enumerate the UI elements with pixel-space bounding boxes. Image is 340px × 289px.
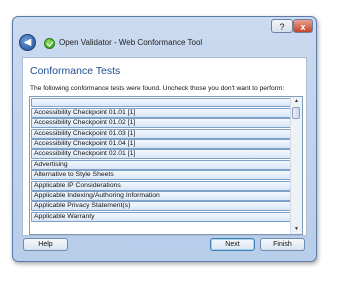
window-title: Open Validator - Web Conformance Tool <box>59 38 203 47</box>
list-item[interactable]: Applicable IP Considerations <box>31 180 291 191</box>
next-button[interactable]: Next <box>210 238 255 251</box>
list-item[interactable]: Accessibility Checkpoint 01.03 [1] <box>31 128 291 139</box>
wizard-window: ? x ◀ Open Validator - Web Conformance T… <box>12 16 317 262</box>
app-checkmark-icon <box>44 38 55 49</box>
tests-list[interactable]: Accessibility Checkpoint 01.01 [1] Acces… <box>29 96 303 235</box>
list-item[interactable]: Accessibility Checkpoint 01.04 [1] <box>31 139 291 149</box>
scroll-up-icon[interactable]: ▲ <box>291 97 302 106</box>
list-item[interactable]: Applicable Indexing/Authoring Informatio… <box>31 191 291 201</box>
list-item[interactable]: Accessibility Checkpoint 01.01 [1] <box>31 107 291 118</box>
list-item[interactable]: Applicable Warranty <box>31 211 291 222</box>
vertical-scrollbar[interactable]: ▲ ▼ <box>290 97 302 234</box>
help-control-button[interactable]: ? <box>271 19 293 33</box>
list-item[interactable] <box>31 97 291 108</box>
list-item[interactable]: Advertising <box>31 159 291 170</box>
instruction-text: The following conformance tests were fou… <box>30 85 285 92</box>
back-arrow-icon[interactable]: ◀ <box>19 34 36 51</box>
content-panel: Conformance Tests The following conforma… <box>22 57 307 236</box>
finish-button[interactable]: Finish <box>260 238 305 251</box>
scrollbar-thumb[interactable] <box>292 107 300 119</box>
tests-list-items: Accessibility Checkpoint 01.01 [1] Acces… <box>30 97 292 222</box>
list-item[interactable]: Accessibility Checkpoint 02.01 [1] <box>31 149 291 160</box>
page-heading: Conformance Tests <box>30 65 121 77</box>
list-item[interactable]: Applicable Privacy Statement(s) <box>31 201 291 212</box>
help-button[interactable]: Help <box>23 238 68 251</box>
list-item[interactable]: Accessibility Checkpoint 01.02 [1] <box>31 118 291 129</box>
list-item[interactable]: Alternative to Style Sheets <box>31 170 291 181</box>
scroll-down-icon[interactable]: ▼ <box>291 225 302 234</box>
close-button[interactable]: x <box>293 19 313 33</box>
title-bar: ? x ◀ Open Validator - Web Conformance T… <box>13 17 316 51</box>
